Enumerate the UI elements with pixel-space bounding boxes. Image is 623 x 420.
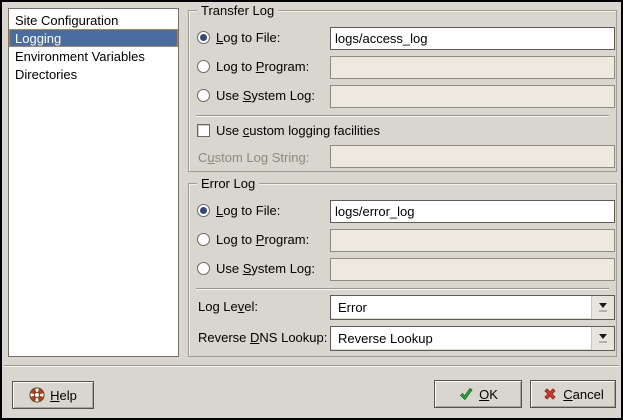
radio-icon [197, 262, 210, 275]
error-log-file-input[interactable] [330, 200, 615, 223]
transfer-log-to-file-radio[interactable]: Log to File: [197, 30, 327, 47]
custom-log-string-input [330, 145, 615, 168]
help-button-label: Help [50, 388, 77, 403]
error-use-system-log-label: Use System Log: [216, 261, 315, 276]
reverse-dns-label: Reverse DNS Lookup: [198, 330, 327, 345]
checkbox-icon [197, 124, 210, 137]
transfer-log-to-program-label: Log to Program: [216, 59, 309, 74]
error-log-to-file-radio[interactable]: Log to File: [197, 203, 327, 220]
config-category-list: Site Configuration Logging Environment V… [8, 8, 179, 357]
sidebar-item-directories[interactable]: Directories [9, 65, 178, 83]
logging-settings-dialog: Site Configuration Logging Environment V… [0, 0, 623, 420]
reverse-dns-value: Reverse Lookup [338, 331, 433, 346]
reverse-dns-select[interactable]: Reverse Lookup [330, 326, 615, 351]
error-system-log-input [330, 258, 615, 281]
transfer-log-to-file-label: Log to File: [216, 30, 280, 45]
log-level-label: Log Level: [198, 299, 258, 314]
cancel-button[interactable]: Cancel [530, 380, 616, 408]
error-log-to-program-radio[interactable]: Log to Program: [197, 232, 337, 249]
check-icon [458, 386, 474, 402]
transfer-log-file-input[interactable] [330, 27, 615, 50]
transfer-use-system-log-label: Use System Log: [216, 88, 315, 103]
x-icon [542, 386, 558, 402]
transfer-system-log-input [330, 85, 615, 108]
ok-button-label: OK [479, 387, 498, 402]
radio-icon [197, 31, 210, 44]
lifebuoy-icon [29, 387, 45, 403]
radio-icon [197, 89, 210, 102]
use-custom-logging-label: Use custom logging facilities [216, 123, 380, 138]
radio-icon [197, 233, 210, 246]
transfer-log-to-program-radio[interactable]: Log to Program: [197, 59, 337, 76]
cancel-button-label: Cancel [563, 387, 603, 402]
transfer-log-program-input [330, 56, 615, 79]
error-log-to-program-label: Log to Program: [216, 232, 309, 247]
custom-log-string-label: Custom Log String: [198, 150, 309, 165]
use-custom-logging-checkbox[interactable]: Use custom logging facilities [197, 123, 417, 140]
radio-icon [197, 204, 210, 217]
error-log-frame: Error Log Log to File: Log to Program: U… [188, 183, 617, 357]
separator [196, 288, 609, 290]
error-log-to-file-label: Log to File: [216, 203, 280, 218]
separator [4, 365, 619, 367]
chevron-down-icon [591, 327, 614, 350]
transfer-log-frame: Transfer Log Log to File: Log to Program… [188, 10, 617, 172]
error-use-system-log-radio[interactable]: Use System Log: [197, 261, 337, 278]
error-log-frame-title: Error Log [197, 176, 259, 191]
transfer-log-frame-title: Transfer Log [197, 3, 278, 18]
log-level-value: Error [338, 300, 367, 315]
sidebar-item-environment-variables[interactable]: Environment Variables [9, 47, 178, 65]
separator [196, 115, 609, 117]
radio-icon [197, 60, 210, 73]
help-button[interactable]: Help [12, 381, 94, 409]
log-level-select[interactable]: Error [330, 295, 615, 320]
sidebar-item-logging[interactable]: Logging [9, 29, 178, 47]
sidebar-item-site-configuration[interactable]: Site Configuration [9, 11, 178, 29]
transfer-use-system-log-radio[interactable]: Use System Log: [197, 88, 337, 105]
ok-button[interactable]: OK [434, 380, 522, 408]
chevron-down-icon [591, 296, 614, 319]
error-log-program-input [330, 229, 615, 252]
